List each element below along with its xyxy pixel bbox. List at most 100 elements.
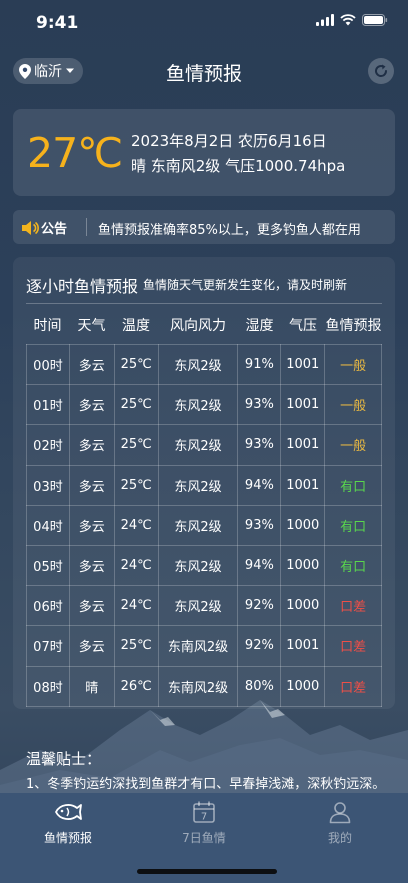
tab-label: 我的 xyxy=(327,831,352,845)
cell-time: 02时 xyxy=(26,424,70,466)
hourly-title: 逐小时鱼情预报 xyxy=(26,277,139,296)
cell-weather: 多云 xyxy=(68,343,115,386)
table-row: 05时 多云 24℃ 东风2级 94% 1000 有口 xyxy=(26,544,382,587)
cell-forecast: 一般 xyxy=(324,384,382,426)
cell-forecast: 有口 xyxy=(324,504,382,546)
table-row: 03时 多云 25℃ 东风2级 94% 1001 有口 xyxy=(26,464,382,506)
cell-wind: 东风2级 xyxy=(157,504,239,546)
notice-tag-label: 公告 xyxy=(41,222,68,237)
notice-divider xyxy=(86,218,87,236)
refresh-button[interactable] xyxy=(368,58,394,84)
col-head-pressure: 气压 xyxy=(289,318,317,334)
date-line: 2023年8月2日 农历6月16日 xyxy=(131,132,327,150)
cell-time: 06时 xyxy=(26,585,70,627)
cell-wind: 东风2级 xyxy=(157,384,239,426)
cell-pressure: 1000 xyxy=(280,585,326,627)
cell-weather: 多云 xyxy=(68,625,115,667)
cell-forecast: 一般 xyxy=(324,424,382,466)
cell-humidity: 93% xyxy=(237,424,282,466)
tips-title: 温馨贴士： xyxy=(26,750,102,768)
hourly-divider xyxy=(26,303,382,304)
status-time: 9:41 xyxy=(36,13,79,33)
battery-icon xyxy=(362,14,388,26)
tab-label: 7日鱼情 xyxy=(182,831,226,845)
cell-forecast: 一般 xyxy=(324,343,382,386)
cell-forecast: 有口 xyxy=(324,464,382,506)
cell-wind: 东风2级 xyxy=(157,544,239,587)
cell-forecast: 口差 xyxy=(324,585,382,627)
cell-forecast: 口差 xyxy=(324,665,382,707)
status-bar: 9:41 xyxy=(0,0,408,44)
cell-pressure: 1000 xyxy=(280,665,326,707)
notice-bar[interactable]: 公告 鱼情预报准确率85%以上，更多钓鱼人都在用 xyxy=(13,210,395,244)
hourly-subtitle: 鱼情随天气更新发生变化，请及时刷新 xyxy=(143,278,348,292)
cell-weather: 多云 xyxy=(68,585,115,627)
cell-temp: 24℃ xyxy=(113,504,159,546)
cell-time: 01时 xyxy=(26,384,70,426)
tab-7day[interactable]: 7 7日鱼情 xyxy=(136,799,272,846)
calendar-7-icon: 7 xyxy=(193,801,215,823)
cell-pressure: 1001 xyxy=(280,384,326,426)
cell-humidity: 92% xyxy=(237,585,282,627)
hourly-table: 00时 多云 25℃ 东风2级 91% 1001 一般 01时 多云 25℃ 东… xyxy=(26,343,382,707)
tips-text: 1、冬季钓运约深找到鱼群才有口、早春掉浅滩，深秋钓远深。 xyxy=(26,777,386,792)
cell-humidity: 92% xyxy=(237,625,282,667)
cell-humidity: 94% xyxy=(237,464,282,506)
cell-temp: 25℃ xyxy=(113,384,159,426)
table-row: 06时 多云 24℃ 东风2级 92% 1000 口差 xyxy=(26,585,382,627)
cell-weather: 多云 xyxy=(68,424,115,466)
cell-wind: 东风2级 xyxy=(157,343,239,386)
cell-temp: 26℃ xyxy=(113,665,159,707)
cell-time: 03时 xyxy=(26,464,70,506)
cell-time: 07时 xyxy=(26,625,70,667)
notice-tag: 公告 xyxy=(21,218,67,237)
table-row: 07时 多云 25℃ 东南风2级 92% 1001 口差 xyxy=(26,625,382,667)
cell-forecast: 口差 xyxy=(324,625,382,667)
cell-wind: 东南风2级 xyxy=(157,665,239,707)
weather-condition-line: 晴 东南风2级 气压1000.74hpa xyxy=(131,157,346,175)
speaker-icon xyxy=(22,220,39,235)
table-row: 08时 晴 26℃ 东南风2级 80% 1000 口差 xyxy=(26,665,382,707)
cell-pressure: 1001 xyxy=(280,424,326,466)
col-head-time: 时间 xyxy=(33,318,62,334)
tab-fish-forecast[interactable]: 鱼情预报 xyxy=(0,799,136,846)
cell-temp: 25℃ xyxy=(113,343,159,386)
cell-weather: 多云 xyxy=(68,384,115,426)
wifi-icon xyxy=(340,14,356,26)
home-indicator xyxy=(137,869,277,874)
cell-time: 08时 xyxy=(26,665,70,707)
cell-wind: 东风2级 xyxy=(157,585,239,627)
cell-pressure: 1001 xyxy=(280,343,326,386)
cell-temp: 25℃ xyxy=(113,464,159,506)
cell-pressure: 1001 xyxy=(280,625,326,667)
fish-icon xyxy=(55,804,82,820)
cell-time: 05时 xyxy=(26,544,70,587)
cell-temp: 24℃ xyxy=(113,585,159,627)
col-head-forecast: 鱼情预报 xyxy=(325,318,382,334)
current-temperature: 27℃ xyxy=(27,129,123,177)
cell-time: 04时 xyxy=(26,504,70,546)
cell-weather: 多云 xyxy=(68,464,115,506)
header: 临沂 鱼情预报 xyxy=(0,52,408,92)
cell-temp: 24℃ xyxy=(113,544,159,587)
refresh-icon xyxy=(375,64,388,77)
cell-pressure: 1000 xyxy=(280,544,326,587)
col-head-temp: 温度 xyxy=(122,318,150,334)
cell-wind: 东风2级 xyxy=(157,424,239,466)
table-row: 04时 多云 24℃ 东风2级 93% 1000 有口 xyxy=(26,504,382,546)
table-row: 00时 多云 25℃ 东风2级 91% 1001 一般 xyxy=(26,343,382,386)
col-head-wind: 风向风力 xyxy=(170,318,226,334)
table-row: 02时 多云 25℃ 东风2级 93% 1001 一般 xyxy=(26,424,382,466)
cell-wind: 东南风2级 xyxy=(157,625,239,667)
cell-weather: 多云 xyxy=(68,504,115,546)
tab-mine[interactable]: 我的 xyxy=(272,799,408,846)
cell-pressure: 1001 xyxy=(280,464,326,506)
tab-label: 鱼情预报 xyxy=(43,831,92,845)
cell-temp: 25℃ xyxy=(113,625,159,667)
calendar-icon-number: 7 xyxy=(201,812,207,823)
column-headers: 时间 天气 温度 风向风力 湿度 气压 鱼情预报 xyxy=(26,315,382,339)
cell-humidity: 93% xyxy=(237,384,282,426)
cell-forecast: 有口 xyxy=(324,544,382,587)
cell-weather: 晴 xyxy=(68,665,115,707)
cell-pressure: 1000 xyxy=(280,504,326,546)
